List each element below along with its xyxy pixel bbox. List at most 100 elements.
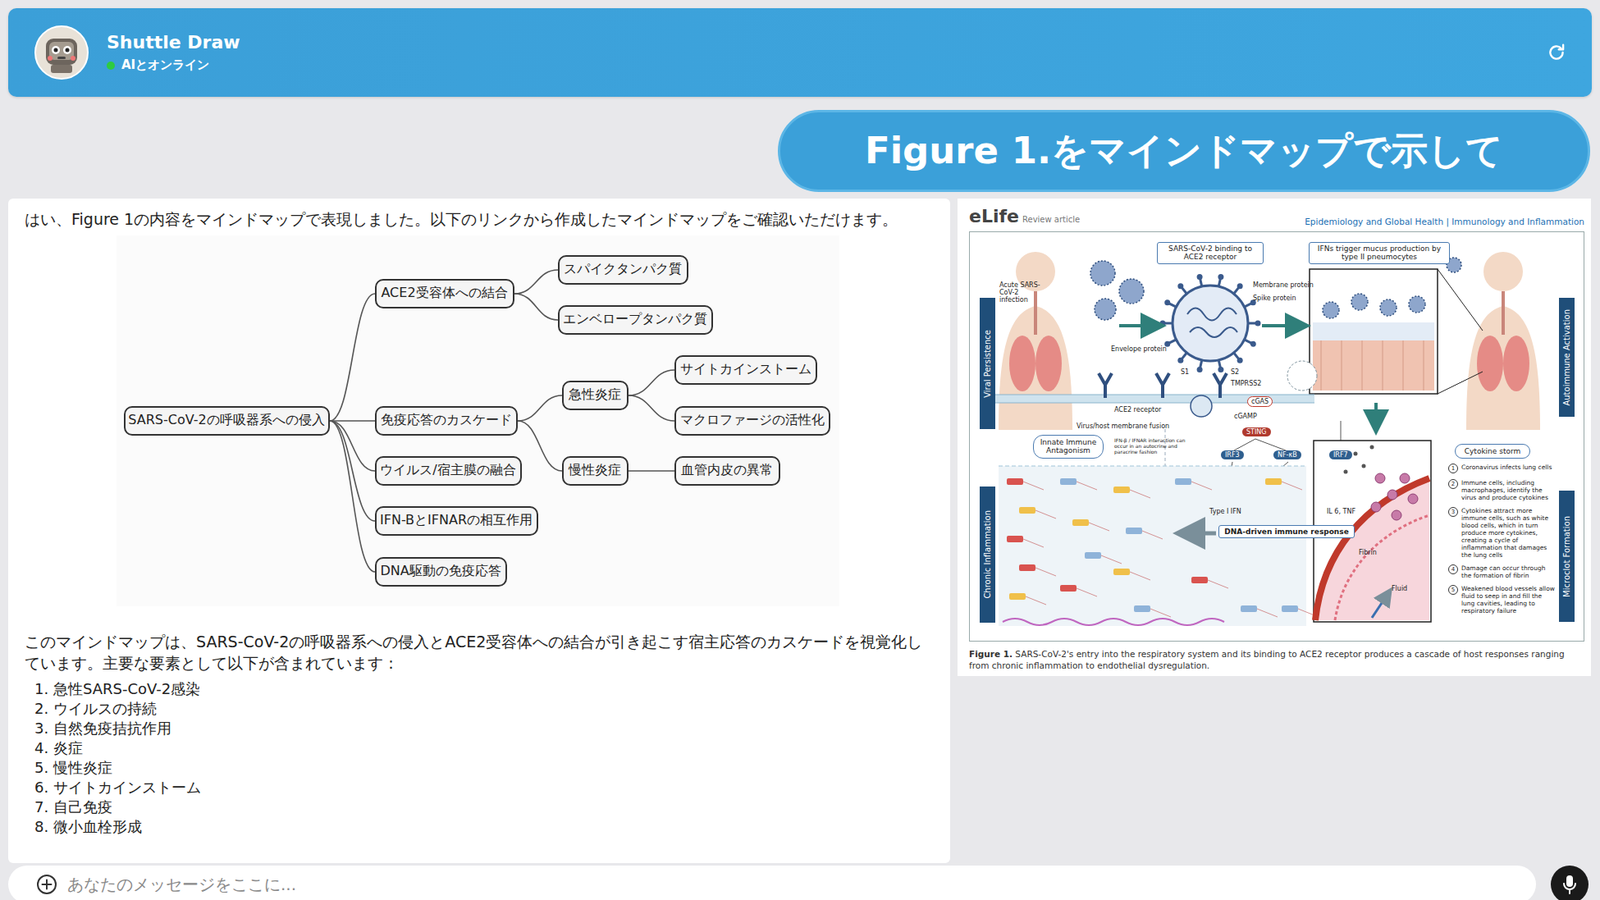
element-list-item: 2. ウイルスの持続 xyxy=(34,699,931,719)
figure-label: S1 xyxy=(1180,368,1189,376)
refresh-button[interactable] xyxy=(1540,36,1573,69)
message-input[interactable] xyxy=(65,873,1523,896)
figure-label: IL 6, TNF xyxy=(1326,507,1356,516)
virus-icon xyxy=(1094,298,1116,320)
bot-intro: はい、Figure 1の内容をマインドマップで表現しました。以下のリンクから作成… xyxy=(24,208,931,231)
figure-label: Spike protein xyxy=(1252,294,1297,302)
ace2-receptor-icon xyxy=(1156,373,1170,398)
mindmap-node: 急性炎症 xyxy=(562,380,629,411)
cytokine-storm-step: 1 Coronavirus infects lung cells xyxy=(1448,463,1557,474)
mindmap-node: マクロファージの活性化 xyxy=(674,406,831,436)
side-category-label: Chronic Inflammation xyxy=(979,486,996,623)
figure-label: Envelope protein xyxy=(1110,345,1167,353)
input-row xyxy=(0,865,1600,900)
figure-caption: Figure 1. SARS-CoV-2's entry into the re… xyxy=(969,648,1585,672)
sars-cov-2-icon xyxy=(1160,274,1262,373)
figure-label: Membrane protein xyxy=(1252,281,1314,289)
mic-button[interactable] xyxy=(1550,865,1589,900)
online-status: AIとオンライン xyxy=(106,57,1523,74)
cytokine-storm-step: 3 Cytokines attract more immune cells, s… xyxy=(1448,507,1557,559)
figure-label: IFN-β / IFNAR interaction can occur in a… xyxy=(1114,438,1197,456)
mindmap: SARS-CoV-2の呼吸器系への侵入ACE2受容体への結合スパイクタンパク質エ… xyxy=(116,235,840,607)
cytokine-storm-steps: 1 Coronavirus infects lung cells 2 Immune… xyxy=(1448,463,1557,615)
mindmap-node: 免疫応答のカスケード xyxy=(374,406,518,436)
ace2-receptor-icon xyxy=(1213,373,1227,398)
mindmap-node: ウイルス/宿主膜の融合 xyxy=(374,456,522,486)
virus-icon xyxy=(1408,296,1426,313)
status-dot-icon xyxy=(106,61,115,70)
figure-label: Fibrin xyxy=(1358,548,1377,557)
robot-avatar-icon xyxy=(34,25,89,80)
figure-label: Type I IFN xyxy=(1209,507,1242,516)
element-list-item: 7. 自己免疫 xyxy=(34,797,931,818)
figure-callout: Innate Immune Antagonism xyxy=(1033,434,1104,459)
header-titles: Shuttle Draw AIとオンライン xyxy=(106,32,1523,74)
patient-icon xyxy=(1466,251,1541,430)
cytokine-storm-step: 4 Damage can occur through the formation… xyxy=(1448,564,1557,580)
element-list-item: 4. 炎症 xyxy=(34,738,931,759)
chat-header: Shuttle Draw AIとオンライン xyxy=(8,8,1592,97)
mindmap-node: ACE2受容体への結合 xyxy=(374,278,515,309)
figure-label: STING xyxy=(1242,427,1271,437)
virus-icon xyxy=(1119,278,1144,304)
mindmap-edge xyxy=(517,395,563,421)
element-list-item: 1. 急性SARS-CoV-2感染 xyxy=(34,679,931,700)
element-list: 1. 急性SARS-CoV-2感染2. ウイルスの持続3. 自然免疫拮抗作用4.… xyxy=(24,679,931,837)
status-text: AIとオンライン xyxy=(121,57,210,74)
figure-callout: DNA-driven immune response xyxy=(1218,525,1355,539)
figure-label: cGAMP xyxy=(1234,412,1258,421)
ace2-receptor-icon xyxy=(1098,373,1112,398)
mindmap-edge xyxy=(514,269,558,294)
mindmap-node: DNA駆動の免疫応答 xyxy=(374,557,508,587)
bot-summary: このマインドマップは、SARS-CoV-2の呼吸器系への侵入とACE2受容体への… xyxy=(24,630,931,675)
figure-callout: IFNs trigger mucus production by type II… xyxy=(1308,242,1450,265)
side-category-label: Microclot Formation xyxy=(1558,490,1575,622)
bot-response-row: はい、Figure 1の内容をマインドマップで表現しました。以下のリンクから作成… xyxy=(0,198,1600,864)
mindmap-edge xyxy=(628,395,675,421)
article-subjects: Epidemiology and Global Health | Immunol… xyxy=(1304,216,1585,227)
mindmap-edge xyxy=(628,470,675,472)
mindmap-edge xyxy=(517,420,563,471)
paper-figure: eLife Review article Epidemiology and Gl… xyxy=(957,198,1591,677)
journal-name: eLife xyxy=(969,205,1020,227)
figure-callout: SARS-CoV-2 binding to ACE2 receptor xyxy=(1156,242,1264,265)
element-list-item: 5. 慢性炎症 xyxy=(34,758,931,778)
cytokine-storm-title: Cytokine storm xyxy=(1454,443,1531,459)
figure-label: TMPRSS2 xyxy=(1230,379,1262,388)
chat-app: Shuttle Draw AIとオンライン Figure 1.をマインドマップで… xyxy=(0,0,1600,900)
mindmap-node: IFN-BとIFNARの相互作用 xyxy=(374,506,539,536)
figure-label: cGAS xyxy=(1247,396,1273,407)
refresh-icon xyxy=(1545,41,1568,64)
plus-icon xyxy=(36,873,58,896)
mindmap-node: 血管内皮の異常 xyxy=(674,456,781,486)
mindmap-node: サイトカインストーム xyxy=(674,355,818,385)
element-list-item: 3. 自然免疫拮抗作用 xyxy=(34,718,931,739)
mindmap-node: 慢性炎症 xyxy=(562,456,629,486)
article-type: Review article xyxy=(1022,214,1080,224)
figure-diagram: Viral PersistenceChronic Inflammation Au… xyxy=(969,231,1585,642)
virus-icon xyxy=(1351,293,1368,311)
attach-button[interactable] xyxy=(36,873,58,896)
mindmap-edge xyxy=(329,420,375,522)
bot-message: はい、Figure 1の内容をマインドマップで表現しました。以下のリンクから作成… xyxy=(8,198,951,864)
message-input-bar xyxy=(8,865,1536,900)
figure-label: IRF3 xyxy=(1220,450,1244,460)
microphone-icon xyxy=(1560,873,1579,896)
mindmap-edge xyxy=(329,420,375,471)
element-list-item: 8. 微小血栓形成 xyxy=(34,817,931,837)
cytokine-storm-step: 2 Immune cells, including macrophages, i… xyxy=(1448,479,1557,502)
virus-icon xyxy=(1322,301,1340,319)
pathway-area xyxy=(998,466,1307,627)
figure-label: IRF7 xyxy=(1329,450,1353,460)
figure-label: NF-κB xyxy=(1273,450,1302,460)
figure-label: Acute SARS-CoV-2 infection xyxy=(999,281,1049,305)
mindmap-edge xyxy=(329,420,375,572)
virus-icon xyxy=(1380,299,1397,316)
mindmap-node: SARS-CoV-2の呼吸器系への侵入 xyxy=(123,406,330,436)
mindmap-edge xyxy=(628,370,675,396)
mindmap-edge xyxy=(514,293,558,320)
paper-header: eLife Review article Epidemiology and Gl… xyxy=(969,203,1585,227)
user-message-row: Figure 1.をマインドマップで示して xyxy=(0,109,1600,192)
user-message: Figure 1.をマインドマップで示して xyxy=(777,109,1591,192)
side-category-label: Autoimmune Activation xyxy=(1558,297,1575,417)
